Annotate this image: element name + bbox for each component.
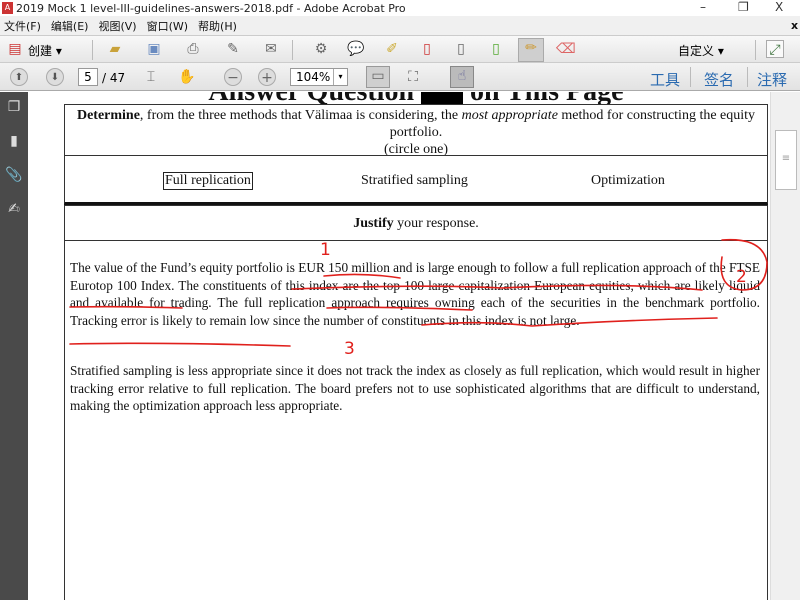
page-search-icon[interactable]: ▯: [452, 40, 470, 58]
previous-page-icon[interactable]: ⬆: [10, 68, 28, 86]
acrobat-pdf-icon: A: [2, 2, 13, 14]
chevron-down-icon: ▾: [333, 69, 347, 85]
attachments-icon[interactable]: 📎: [5, 166, 23, 184]
separator: [747, 67, 748, 87]
menu-help[interactable]: 帮助(H): [198, 18, 237, 34]
option-optimization: Optimization: [591, 173, 665, 188]
hand-tool-icon[interactable]: ✋: [178, 68, 196, 86]
answer-paragraph-2: Stratified sampling is less appropriate …: [70, 363, 760, 413]
settings-gear-icon[interactable]: ⚙: [312, 40, 330, 58]
save-icon[interactable]: ▣: [145, 40, 163, 58]
title-bar: A 2019 Mock 1 level-III-guidelines-answe…: [0, 0, 800, 16]
signatures-icon[interactable]: ✍: [5, 200, 23, 218]
page-total: / 47: [102, 71, 126, 85]
delete-page-icon[interactable]: ▯: [418, 40, 436, 58]
zoom-select[interactable]: 104% ▾: [290, 68, 348, 86]
menu-file[interactable]: 文件(F): [4, 18, 41, 34]
menu-edit[interactable]: 编辑(E): [51, 18, 89, 34]
option-stratified-sampling: Stratified sampling: [361, 173, 468, 188]
separator: [92, 40, 93, 60]
minimize-button[interactable]: –: [700, 0, 706, 14]
eraser-icon[interactable]: ⌫: [556, 40, 576, 58]
document-page: Answer Question 1-B on This Page Determi…: [62, 92, 770, 600]
touch-mode-icon[interactable]: ☝: [450, 66, 474, 88]
sign-pane-button[interactable]: 签名: [704, 69, 734, 90]
menu-view[interactable]: 视图(V): [98, 18, 136, 34]
zoom-out-icon[interactable]: −: [224, 68, 242, 86]
main-toolbar: ▤ 创建 ▾ ▰ ▣ ⎙ ✎ ✉ ⚙ 💬 ✐ ▯ ▯ ▯ ✏ ⌫ 自定义 ▾ ⤢: [0, 35, 800, 63]
separator: [755, 40, 756, 60]
options-cell: Full replication Stratified sampling Opt…: [64, 155, 768, 205]
sticky-note-icon[interactable]: ✐: [383, 40, 401, 58]
tools-pane-button[interactable]: 工具: [650, 69, 680, 90]
create-button[interactable]: 创建 ▾: [28, 42, 62, 59]
separator: [292, 40, 293, 60]
menu-window[interactable]: 窗口(W): [147, 18, 188, 34]
zoom-value: 104%: [296, 70, 331, 84]
menu-close-button[interactable]: x: [791, 19, 798, 32]
expand-icon[interactable]: ⤢: [766, 40, 784, 58]
create-icon: ▤: [8, 41, 22, 57]
answer-paragraph-1: The value of the Fund’s equity portfolio…: [70, 260, 760, 328]
justify-cell: Justify your response.: [64, 205, 768, 241]
edit-document-icon[interactable]: ✎: [224, 40, 242, 58]
page-number-input[interactable]: 5: [78, 68, 98, 86]
scrollbar-thumb[interactable]: ≡: [775, 130, 797, 190]
window-title: 2019 Mock 1 level-III-guidelines-answers…: [16, 1, 406, 15]
email-icon[interactable]: ✉: [262, 40, 280, 58]
navigation-toolbar: ⬆ ⬇ 5 / 47 ⌶ ✋ − + 104% ▾ ▭ ⛶ ☝ 工具 签名 注释: [0, 63, 800, 91]
document-gutter: [28, 92, 62, 600]
menu-bar: 文件(F) 编辑(E) 视图(V) 窗口(W) 帮助(H) x: [0, 16, 800, 35]
customize-button[interactable]: 自定义 ▾: [678, 42, 724, 59]
print-icon[interactable]: ⎙: [184, 40, 202, 58]
separator: [690, 67, 691, 87]
pencil-icon[interactable]: ✏: [518, 38, 544, 62]
page-thumbnails-icon[interactable]: ❐: [5, 98, 23, 116]
option-full-replication: Full replication: [163, 172, 253, 190]
vertical-scrollbar[interactable]: ≡: [770, 92, 800, 600]
fit-page-icon[interactable]: ⛶: [404, 68, 422, 86]
customize-label: 自定义: [678, 44, 715, 58]
comment-bubble-icon[interactable]: 💬: [347, 40, 365, 58]
next-page-icon[interactable]: ⬇: [46, 68, 64, 86]
export-page-icon[interactable]: ▯: [487, 40, 505, 58]
question-cell: Determine, from the three methods that V…: [64, 104, 768, 157]
single-page-view-icon[interactable]: ▭: [366, 66, 390, 88]
create-label: 创建: [28, 44, 53, 58]
open-folder-icon[interactable]: ▰: [106, 40, 124, 58]
zoom-in-icon[interactable]: +: [258, 68, 276, 86]
restore-button[interactable]: ❐: [738, 0, 749, 14]
close-button[interactable]: X: [775, 0, 783, 14]
bookmarks-icon[interactable]: ▮: [5, 132, 23, 150]
comment-pane-button[interactable]: 注释: [757, 69, 787, 90]
select-cursor-icon[interactable]: ⌶: [142, 68, 160, 86]
navigation-sidebar: ❐ ▮ 📎 ✍: [0, 92, 28, 600]
